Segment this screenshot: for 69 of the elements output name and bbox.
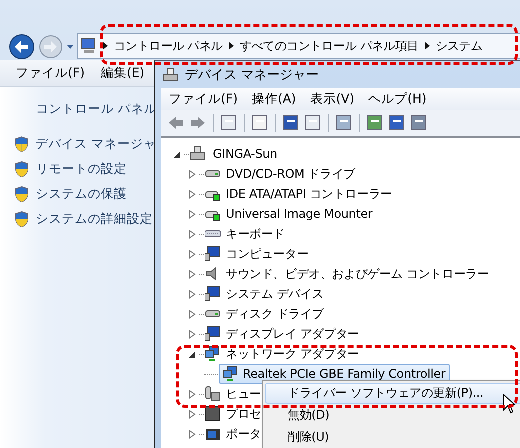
drive-icon <box>205 310 221 318</box>
monitor-icon <box>205 326 221 342</box>
network-icon <box>205 346 221 362</box>
port-icon <box>205 426 221 442</box>
expand-icon[interactable] <box>189 410 196 418</box>
expand-icon[interactable] <box>189 330 196 338</box>
tree-item[interactable]: システム デバイス <box>222 284 328 304</box>
expand-icon[interactable] <box>189 290 196 298</box>
expand-icon[interactable] <box>189 170 196 178</box>
processor-icon <box>205 406 221 422</box>
collapse-icon[interactable] <box>174 150 181 158</box>
tree-item[interactable]: サウンド、ビデオ、およびゲーム コントローラー <box>222 264 494 284</box>
menu-item[interactable]: ヘルプ(H) <box>368 90 427 108</box>
breadcrumb[interactable]: すべてのコントロール パネル項目 <box>240 38 419 54</box>
task-link[interactable]: システムの詳細設定 <box>36 211 153 228</box>
context-menu-item[interactable]: 削除(U) <box>265 427 520 448</box>
keyboard-icon <box>205 230 221 238</box>
shield-icon <box>14 161 30 178</box>
expand-icon[interactable] <box>189 210 196 218</box>
tree-item[interactable]: ポータ <box>222 424 266 444</box>
expand-icon[interactable] <box>189 390 196 398</box>
expand-icon[interactable] <box>189 190 196 198</box>
expand-icon[interactable] <box>189 270 196 278</box>
tree-item[interactable]: IDE ATA/ATAPI コントローラー <box>222 184 396 204</box>
shield-icon <box>14 186 30 203</box>
expand-icon[interactable] <box>189 310 196 318</box>
menu-item[interactable]: 編集(E) <box>100 64 145 82</box>
tree-item[interactable]: GINGA-Sun <box>209 145 282 163</box>
task-link[interactable]: システムの保護 <box>36 186 127 203</box>
tree-item[interactable]: ネットワーク アダプター <box>222 344 364 364</box>
tree-item[interactable]: Universal Image Mounter <box>222 205 377 223</box>
context-menu-item[interactable]: ドライバー ソフトウェアの更新(P)... <box>265 383 520 404</box>
cursor-icon <box>503 394 517 414</box>
collapse-icon[interactable] <box>189 350 196 358</box>
menu-item[interactable]: 表示(V) <box>310 90 355 108</box>
menu-item[interactable]: ファイル(F) <box>169 90 238 108</box>
monitor-icon <box>205 246 221 262</box>
back-icon[interactable] <box>8 33 36 61</box>
breadcrumb[interactable]: システム <box>436 38 483 54</box>
chevron-right-icon[interactable] <box>103 42 108 50</box>
context-menu-item[interactable]: 無効(D) <box>265 405 520 426</box>
shield-icon <box>14 211 30 228</box>
tree-item[interactable]: キーボード <box>222 224 290 244</box>
menu-item[interactable]: ファイル(F) <box>16 64 85 82</box>
expand-icon[interactable] <box>189 230 196 238</box>
network-icon <box>223 366 239 382</box>
drive-icon <box>205 170 221 178</box>
chevron-right-icon[interactable] <box>424 42 430 50</box>
tree-item[interactable]: ヒュー <box>222 384 266 404</box>
tree-item[interactable]: ディスク ドライブ <box>222 304 328 324</box>
window-title: デバイス マネージャー <box>185 66 320 84</box>
joystick-icon <box>205 386 221 402</box>
computer-icon <box>163 66 179 82</box>
tree-item[interactable]: ディスプレイ アダプター <box>222 324 364 344</box>
arrow-right-icon[interactable] <box>189 114 207 132</box>
shield-icon <box>14 136 30 153</box>
tree-item[interactable]: DVD/CD-ROM ドライブ <box>222 164 360 184</box>
monitor-icon <box>205 286 221 302</box>
arrow-left-icon[interactable] <box>167 114 185 132</box>
tree-item[interactable]: プロセ <box>222 404 266 424</box>
tree-item[interactable]: コンピューター <box>222 244 313 264</box>
breadcrumb[interactable]: コントロール パネル <box>114 38 223 54</box>
computer-icon <box>190 146 206 162</box>
computer-icon <box>81 38 97 54</box>
task-link[interactable]: リモートの設定 <box>36 161 127 178</box>
menu-item[interactable]: 操作(A) <box>252 90 296 108</box>
chevron-right-icon[interactable] <box>228 42 234 50</box>
expand-icon[interactable] <box>189 250 196 258</box>
expand-icon[interactable] <box>189 430 196 438</box>
